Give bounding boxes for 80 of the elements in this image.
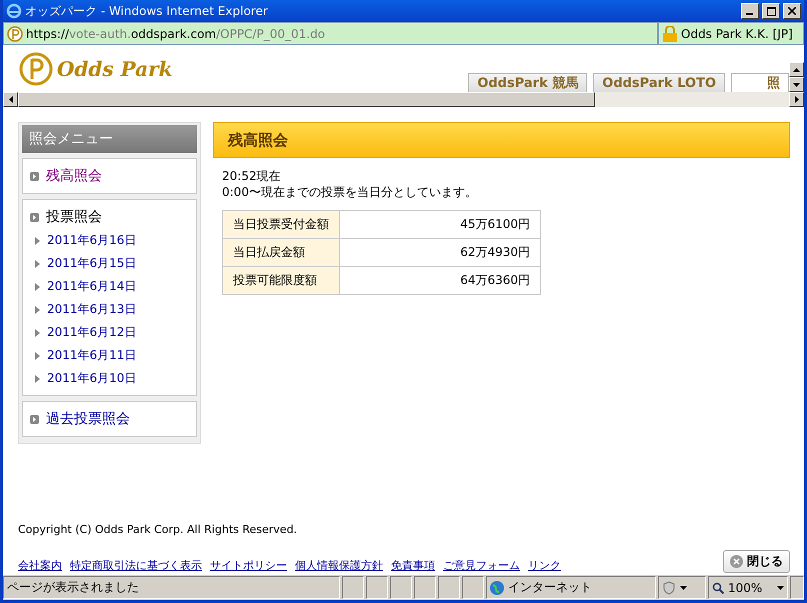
- url-text: https://vote-auth.oddspark.com/OPPC/P_00_01.do: [26, 26, 326, 40]
- copyright-text: Copyright (C) Odds Park Corp. All Rights Reserved.: [18, 523, 298, 536]
- status-pane: [462, 576, 484, 599]
- status-pane: [414, 576, 436, 599]
- certificate-button[interactable]: Odds Park K.K. [JP]: [658, 22, 804, 45]
- nav-tab[interactable]: OddsPark LOTO: [593, 73, 725, 92]
- footer-link[interactable]: ご意見フォーム: [443, 558, 520, 573]
- site-icon: [7, 26, 23, 42]
- footer-link[interactable]: 個人情報保護方針: [295, 558, 383, 573]
- caret-icon: [777, 586, 784, 590]
- menu-heading: 投票照会: [46, 208, 102, 226]
- maximize-icon: [766, 6, 776, 16]
- resize-grip[interactable]: [790, 576, 804, 599]
- footer-link[interactable]: 特定商取引法に基づく表示: [70, 558, 202, 573]
- vertical-scrollbar[interactable]: [789, 62, 804, 92]
- down-arrow-icon: [793, 82, 800, 86]
- logo-text: Odds Park: [57, 56, 172, 80]
- status-pane: [366, 576, 388, 599]
- maximize-button[interactable]: [762, 3, 780, 19]
- row-label: 投票可能限度額: [222, 266, 340, 294]
- right-arrow-icon: [794, 96, 798, 103]
- row-label: 当日払戻金額: [222, 238, 340, 266]
- address-field[interactable]: https://vote-auth.oddspark.com/OPPC/P_00_01.do: [3, 22, 658, 45]
- triangle-icon: [35, 260, 40, 268]
- footer-link[interactable]: サイトポリシー: [210, 558, 287, 573]
- date-link[interactable]: 2011年6月15日: [47, 255, 136, 272]
- triangle-icon: [35, 352, 40, 360]
- date-link[interactable]: 2011年6月10日: [47, 370, 136, 387]
- status-pane: [438, 576, 460, 599]
- nav-tab[interactable]: OddsPark 競馬: [468, 73, 588, 92]
- up-arrow-icon: [793, 68, 800, 72]
- browser-icon: [6, 3, 22, 19]
- triangle-icon: [35, 328, 40, 336]
- footer-link[interactable]: リンク: [528, 558, 561, 573]
- protected-mode-button[interactable]: [658, 576, 706, 599]
- status-pane: [342, 576, 364, 599]
- shield-icon: [662, 580, 676, 594]
- nav-tab[interactable]: 照: [731, 73, 789, 92]
- triangle-icon: [35, 374, 40, 382]
- bullet-icon: [30, 212, 39, 222]
- triangle-icon: [35, 282, 40, 290]
- amount-cell: 64万6360円: [340, 266, 540, 294]
- footer-link[interactable]: 会社案内: [18, 558, 62, 573]
- close-button[interactable]: [783, 3, 801, 19]
- date-link[interactable]: 2011年6月11日: [47, 347, 136, 364]
- minimize-button[interactable]: [741, 3, 759, 19]
- row-label: 当日投票受付金額: [222, 210, 340, 238]
- window-title: オッズパーク - Windows Internet Explorer: [25, 2, 269, 20]
- bullet-icon: [30, 172, 39, 180]
- horizontal-scrollbar[interactable]: [3, 92, 804, 107]
- zoom-text: 100%: [728, 580, 762, 594]
- amount-cell: 62万4930円: [340, 238, 540, 266]
- triangle-icon: [35, 236, 40, 244]
- status-pane: [390, 576, 412, 599]
- menu-link[interactable]: 過去投票照会: [46, 410, 130, 428]
- magnifier-icon: [712, 582, 724, 594]
- caret-icon: [680, 586, 687, 590]
- close-icon: [788, 7, 796, 15]
- zoom-button[interactable]: 100%: [708, 576, 788, 599]
- note-text: 0:00〜現在までの投票を当日分としています。: [222, 184, 478, 200]
- date-link[interactable]: 2011年6月14日: [47, 278, 136, 295]
- page-heading: 残高照会: [213, 122, 790, 158]
- zone-text: インターネット: [508, 579, 592, 596]
- status-message: ページが表示されました: [3, 576, 340, 599]
- close-page-button[interactable]: 閉じる: [723, 550, 790, 573]
- timestamp-text: 20:52現在: [222, 168, 282, 184]
- lock-icon: [663, 26, 677, 42]
- menu-link[interactable]: 残高照会: [46, 167, 102, 185]
- amount-cell: 45万6100円: [340, 210, 540, 238]
- globe-icon: [490, 580, 504, 594]
- footer-link[interactable]: 免責事項: [391, 558, 435, 573]
- logo-icon: [19, 52, 53, 86]
- date-link[interactable]: 2011年6月13日: [47, 301, 136, 318]
- bullet-icon: [30, 414, 39, 424]
- left-arrow-icon: [8, 96, 12, 103]
- triangle-icon: [35, 306, 40, 314]
- sidebar-title: 照会メニュー: [22, 125, 197, 153]
- date-link[interactable]: 2011年6月16日: [47, 232, 136, 249]
- close-icon: [730, 555, 743, 568]
- date-link[interactable]: 2011年6月12日: [47, 324, 136, 341]
